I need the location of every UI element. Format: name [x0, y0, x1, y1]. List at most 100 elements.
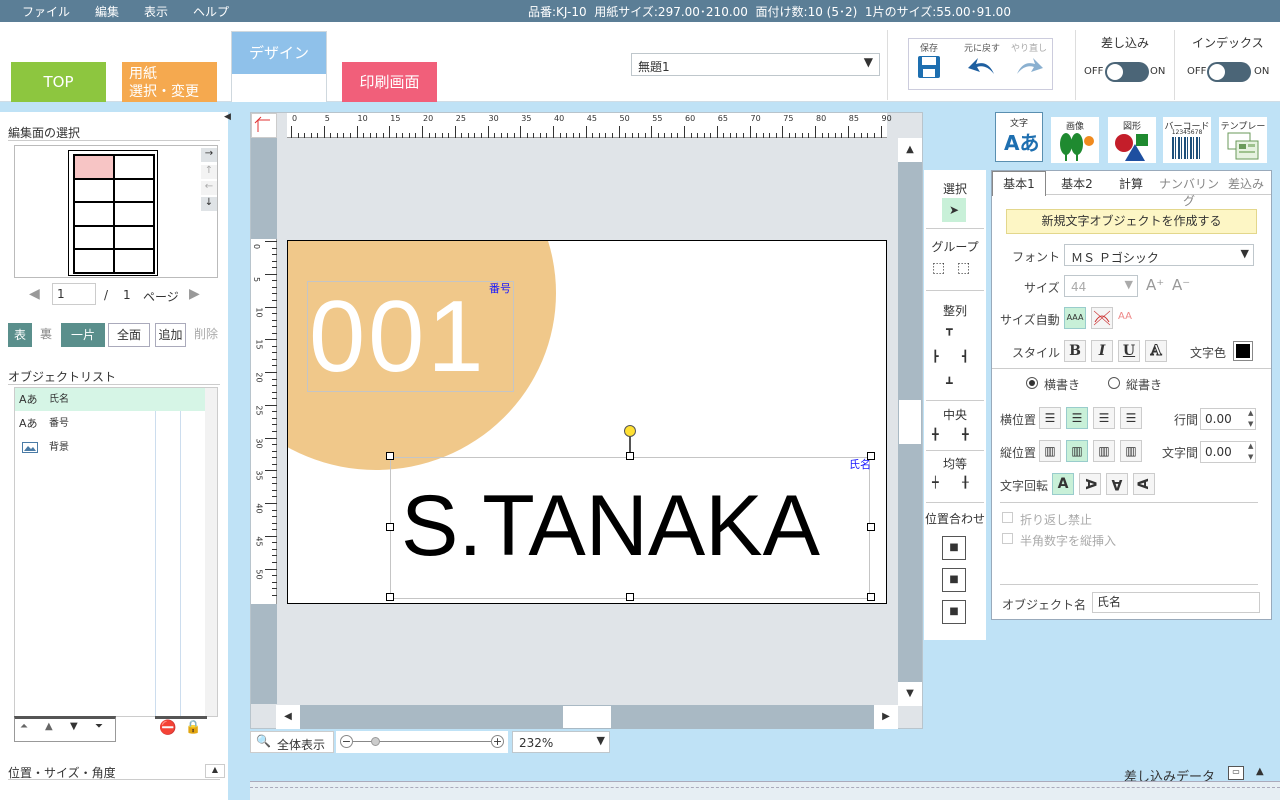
- expand-icon[interactable]: ▲: [205, 764, 225, 778]
- valign-justify-icon[interactable]: ▥: [1120, 440, 1142, 462]
- stepper-icon[interactable]: ▲ ▼: [1248, 441, 1253, 463]
- list-scrollbar[interactable]: [205, 388, 217, 716]
- ruler-origin[interactable]: [251, 113, 277, 138]
- zoom-knob[interactable]: [371, 737, 380, 746]
- align-left-icon[interactable]: ┣: [932, 350, 939, 363]
- position-bottom-icon[interactable]: ■: [942, 600, 966, 624]
- undo-button[interactable]: 元に戻す: [959, 41, 1005, 89]
- auto-shrink-button[interactable]: AA: [1118, 311, 1132, 322]
- distribute-v-icon[interactable]: ┿: [932, 476, 939, 489]
- auto-fit-icon[interactable]: [1091, 307, 1113, 329]
- page-input[interactable]: 1: [52, 283, 96, 305]
- name-object[interactable]: 氏名 S.TANAKA: [390, 457, 871, 599]
- tab-paper[interactable]: 用紙 選択・変更: [122, 62, 217, 102]
- outline-button[interactable]: A: [1145, 340, 1167, 362]
- align-center-text-icon[interactable]: ☰: [1066, 407, 1088, 429]
- objtype-barcode[interactable]: バーコード 12345678: [1163, 117, 1211, 163]
- next-page-icon[interactable]: ▶: [189, 286, 200, 302]
- mailmerge-toggle[interactable]: [1105, 62, 1149, 82]
- objtype-text[interactable]: 文字 Aあ: [995, 112, 1043, 162]
- zoom-out-icon[interactable]: −: [340, 735, 353, 748]
- center-h-icon[interactable]: ╋: [932, 428, 939, 441]
- objtype-image[interactable]: 画像: [1051, 117, 1099, 163]
- italic-button[interactable]: I: [1091, 340, 1113, 362]
- horizontal-scrollbar[interactable]: ◀ ▶: [276, 705, 898, 729]
- ungroup-icon[interactable]: ⬚: [957, 260, 970, 276]
- zoom-in-icon[interactable]: +: [491, 735, 504, 748]
- lock-icon[interactable]: 🔒: [185, 720, 201, 735]
- rotate-handle[interactable]: [624, 425, 636, 437]
- pointer-icon[interactable]: ➤: [942, 198, 966, 222]
- align-left-text-icon[interactable]: ☰: [1039, 407, 1061, 429]
- scroll-up-icon[interactable]: ▲: [898, 138, 922, 162]
- subtab-basic2[interactable]: 基本2: [1050, 175, 1104, 192]
- delete-button[interactable]: 削除: [190, 323, 222, 347]
- subtab-calc[interactable]: 計算: [1106, 175, 1156, 192]
- sheet-cell[interactable]: [114, 225, 154, 250]
- resize-handle[interactable]: [386, 523, 394, 531]
- resize-handle[interactable]: [867, 452, 875, 460]
- arrow-up-icon[interactable]: ↑: [201, 165, 217, 179]
- list-item[interactable]: 背景: [15, 436, 205, 459]
- add-button[interactable]: 追加: [155, 323, 186, 347]
- subtab-numbering[interactable]: ナンバリング: [1158, 175, 1220, 209]
- bring-to-front-icon[interactable]: ⏶: [20, 721, 28, 732]
- monitor-icon[interactable]: ▭: [1228, 766, 1244, 780]
- menu-edit[interactable]: 編集: [95, 3, 119, 20]
- font-select[interactable]: ＭＳ Ｐゴシック ▼: [1064, 244, 1254, 266]
- tab-print[interactable]: 印刷画面: [342, 62, 437, 102]
- auto-size-button[interactable]: AAA: [1064, 307, 1086, 329]
- label-canvas[interactable]: 番号 001 氏名 S.TANAKA: [287, 240, 887, 604]
- collapse-icon[interactable]: ◀: [224, 112, 232, 132]
- valign-top-icon[interactable]: ▥: [1039, 440, 1061, 462]
- collapse-up-icon[interactable]: ▲: [1256, 766, 1264, 777]
- sheet-cell[interactable]: [74, 249, 114, 273]
- scroll-thumb[interactable]: [899, 400, 921, 444]
- rotate-180-button[interactable]: A: [1106, 473, 1128, 495]
- vertical-scrollbar[interactable]: ▲ ▼: [898, 138, 922, 706]
- list-item[interactable]: Aあ 氏名: [15, 388, 205, 411]
- arrow-down-icon[interactable]: ↓: [201, 197, 217, 211]
- index-toggle[interactable]: [1207, 62, 1251, 82]
- font-shrink-icon[interactable]: A⁻: [1172, 276, 1190, 294]
- subtab-basic1[interactable]: 基本1: [992, 171, 1046, 196]
- front-face-button[interactable]: 表: [8, 323, 32, 347]
- sheet-cell[interactable]: [114, 249, 154, 273]
- fit-all-button[interactable]: 🔍 全体表示: [250, 731, 334, 753]
- sheet-cell[interactable]: [114, 178, 154, 203]
- underline-button[interactable]: U: [1118, 340, 1140, 362]
- menu-file[interactable]: ファイル: [22, 3, 70, 20]
- vertical-radio[interactable]: [1108, 377, 1120, 389]
- valign-middle-icon[interactable]: ▥: [1066, 440, 1088, 462]
- rotate-90-button[interactable]: A: [1079, 473, 1101, 495]
- horizontal-radio[interactable]: [1026, 377, 1038, 389]
- one-piece-button[interactable]: 一片: [61, 323, 105, 347]
- group-icon[interactable]: ⬚: [932, 260, 945, 276]
- no-wrap-checkbox[interactable]: [1002, 512, 1013, 523]
- center-v-icon[interactable]: ╋: [962, 428, 969, 441]
- objtype-shape[interactable]: 図形: [1108, 117, 1156, 163]
- resize-handle[interactable]: [626, 452, 634, 460]
- bring-forward-icon[interactable]: ▲: [45, 721, 53, 732]
- resize-handle[interactable]: [386, 593, 394, 601]
- font-grow-icon[interactable]: A⁺: [1146, 276, 1164, 294]
- create-text-object-button[interactable]: 新規文字オブジェクトを作成する: [1006, 209, 1257, 234]
- sheet-cell[interactable]: [74, 178, 114, 203]
- subtab-merge[interactable]: 差込み: [1224, 175, 1268, 192]
- justify-text-icon[interactable]: ☰: [1120, 407, 1142, 429]
- align-top-icon[interactable]: ┳: [946, 323, 953, 336]
- sheet-cell-active[interactable]: [74, 155, 114, 179]
- send-to-back-icon[interactable]: ⏷: [95, 721, 103, 732]
- sheet-cell[interactable]: [114, 155, 154, 179]
- hide-icon[interactable]: ⛔: [159, 720, 176, 736]
- resize-handle[interactable]: [867, 593, 875, 601]
- arrow-right-icon[interactable]: →: [201, 148, 217, 162]
- object-name-input[interactable]: 氏名: [1092, 592, 1260, 613]
- align-bottom-icon[interactable]: ┻: [946, 377, 953, 390]
- rotate-0-button[interactable]: A: [1052, 473, 1074, 495]
- tab-top[interactable]: TOP: [11, 62, 106, 102]
- stepper-icon[interactable]: ▲ ▼: [1248, 408, 1253, 430]
- number-object[interactable]: 番号 001: [307, 281, 514, 392]
- scroll-right-icon[interactable]: ▶: [874, 705, 898, 729]
- half-width-checkbox[interactable]: [1002, 533, 1013, 544]
